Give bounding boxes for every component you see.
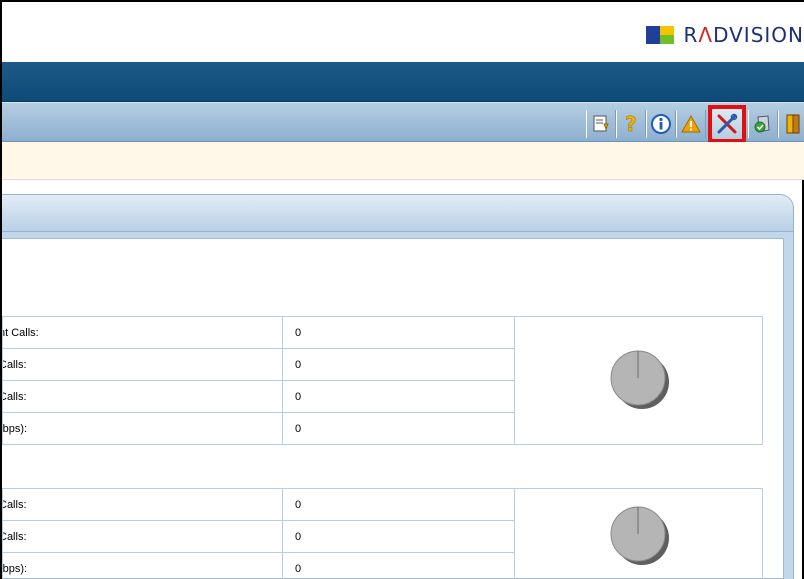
svg-text:?: ?	[625, 113, 637, 135]
tools-icon[interactable]	[708, 105, 746, 143]
stat-value: 0	[282, 316, 515, 349]
statistics-panel: nt Calls: 0 Calls: 0 Calls:	[2, 194, 794, 579]
stat-value: 0	[282, 412, 515, 445]
stats-table-2: Calls: 0 Calls: 0 (bps):	[2, 488, 763, 579]
report-icon[interactable]	[586, 110, 616, 138]
stat-label: Calls:	[2, 380, 283, 413]
pie-chart-2	[610, 506, 669, 565]
stat-value: 0	[282, 552, 515, 579]
stat-label: Calls:	[2, 348, 283, 381]
stat-value: 0	[282, 380, 515, 413]
warning-icon[interactable]	[676, 110, 706, 138]
pie-cell	[514, 316, 763, 445]
table-row: Calls: 0	[2, 488, 763, 579]
radvision-logo: RΛDVISION	[646, 23, 804, 47]
toolbar: ?	[2, 102, 804, 143]
stat-label: (bps):	[2, 412, 283, 445]
exit-door-icon[interactable]	[778, 110, 804, 138]
stat-value: 0	[282, 520, 515, 553]
shield-check-icon[interactable]	[748, 110, 778, 138]
stat-label: Calls:	[2, 488, 283, 521]
pie-chart-1	[610, 350, 669, 409]
table-row: nt Calls: 0	[2, 316, 763, 445]
help-icon[interactable]: ?	[616, 110, 646, 138]
stat-label: nt Calls:	[2, 316, 283, 349]
brand-header: RΛDVISION	[2, 2, 804, 62]
pie-cell	[514, 488, 763, 579]
panel-content: nt Calls: 0 Calls: 0 Calls:	[2, 238, 784, 579]
notification-bar	[2, 142, 804, 180]
logo-mark-icon	[646, 26, 675, 44]
logo-text: RΛDVISION	[683, 23, 804, 47]
stat-value: 0	[282, 348, 515, 381]
main-nav-bar	[2, 62, 804, 102]
stat-value: 0	[282, 488, 515, 521]
panel-body: nt Calls: 0 Calls: 0 Calls:	[2, 232, 794, 579]
stat-label: Calls:	[2, 520, 283, 553]
stat-label: (bps):	[2, 552, 283, 579]
panel-header	[2, 194, 794, 232]
toolbar-icons: ?	[586, 105, 804, 143]
info-icon[interactable]	[646, 110, 676, 138]
stats-table-1: nt Calls: 0 Calls: 0 Calls:	[2, 316, 763, 445]
